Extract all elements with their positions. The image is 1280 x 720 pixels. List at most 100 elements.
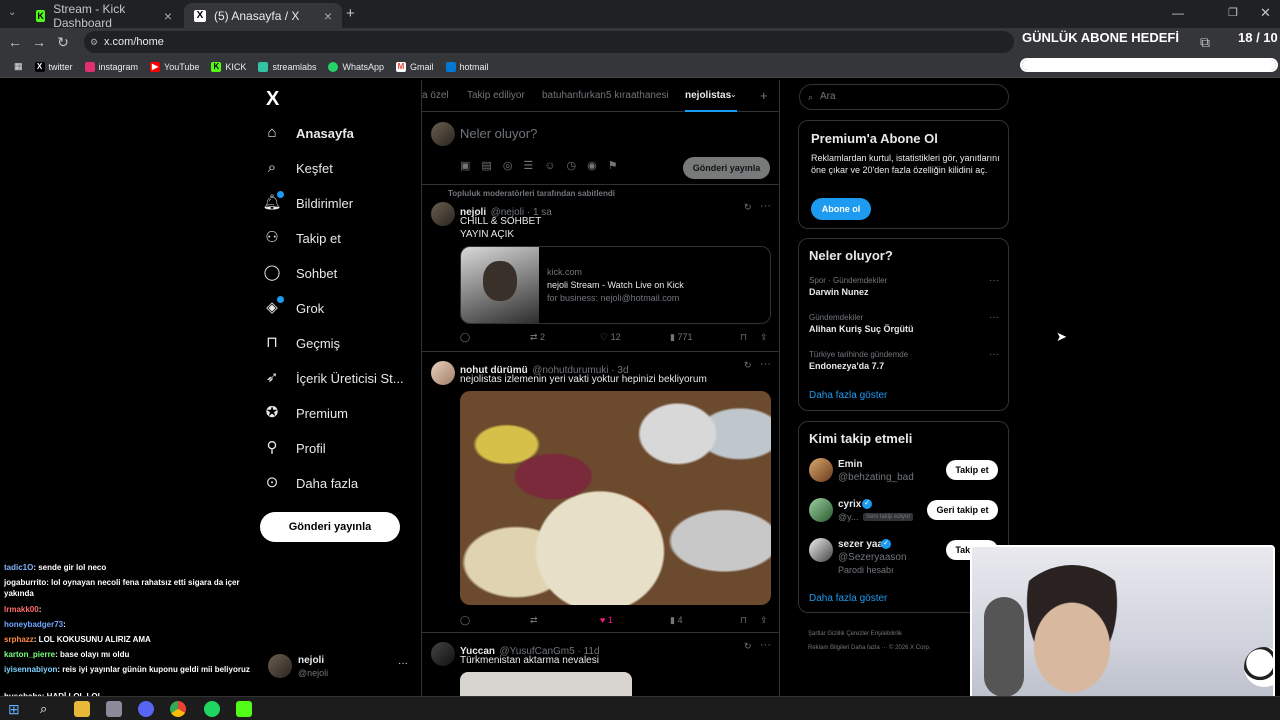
location-icon[interactable]: ◉ — [587, 160, 608, 172]
views-button[interactable]: ▮ 771 — [670, 332, 692, 343]
sidebar-item-grok[interactable]: ◈ Grok — [262, 294, 324, 322]
subscribe-button[interactable]: Abone ol — [811, 198, 871, 220]
follow-suggestion[interactable]: cyrix ✓ @y... Seni takip ediyor Geri tak… — [809, 498, 999, 528]
grok-icon[interactable]: ↻ — [744, 202, 752, 213]
more-icon[interactable]: ··· — [760, 639, 771, 651]
share-icon[interactable]: ⇪ — [760, 615, 768, 626]
more-icon[interactable]: ··· — [989, 349, 999, 360]
tab-kick-dashboard[interactable]: K Stream - Kick Dashboard × — [26, 2, 182, 30]
extensions-icon[interactable]: ⧉ — [1196, 33, 1214, 51]
tweet-image[interactable] — [460, 672, 632, 696]
avatar[interactable] — [431, 361, 455, 385]
more-icon[interactable]: ··· — [760, 358, 771, 370]
site-info-icon[interactable]: ⚙ — [90, 31, 98, 53]
bookmark-gmail[interactable]: M Gmail — [390, 57, 440, 77]
sidebar-item-search[interactable]: ⌕ Keşfet — [262, 154, 333, 182]
share-icon[interactable]: ⇪ — [760, 332, 768, 343]
sidebar-item-verified[interactable]: ✪ Premium — [262, 399, 348, 427]
new-tab-button[interactable]: + — [346, 5, 355, 22]
repost-icon[interactable]: ⇄ — [530, 615, 538, 626]
repost-button[interactable]: ⇄ 2 — [530, 332, 545, 343]
grok-icon[interactable]: ↻ — [744, 641, 752, 652]
reply-icon[interactable]: ◯ — [460, 615, 470, 626]
bookmark-twitter[interactable]: Xtwitter — [29, 57, 79, 77]
more-icon[interactable]: ··· — [989, 275, 999, 286]
chevron-down-icon[interactable]: ⌄ — [730, 90, 737, 99]
views-button[interactable]: ▮ 4 — [670, 615, 682, 626]
sidebar-item-bookmark[interactable]: ⊓ Geçmiş — [262, 329, 340, 357]
flag-icon[interactable]: ⚑ — [608, 160, 629, 172]
reply-icon[interactable]: ◯ — [460, 332, 470, 343]
tab-nejolistas[interactable]: nejolistas — [685, 90, 731, 101]
trend-item[interactable]: Spor · Gündemdekiler Darwin Nunez ··· — [809, 275, 999, 297]
bookmark-icon[interactable]: ⊓ — [740, 615, 747, 626]
more-icon[interactable]: ··· — [398, 658, 408, 669]
follow-back-button[interactable]: Geri takip et — [927, 500, 998, 520]
x-logo-icon[interactable]: X — [266, 88, 279, 111]
close-tab-icon[interactable]: × — [164, 8, 172, 24]
search-input[interactable]: ⌕ Ara — [799, 84, 1009, 110]
bookmark-whatsapp[interactable]: WhatsApp — [322, 57, 390, 77]
url-input[interactable]: ⚙ x.com/home — [84, 31, 1014, 53]
gif-icon[interactable]: ▤ — [481, 160, 502, 172]
image-icon[interactable]: ▣ — [460, 160, 481, 172]
sidebar-item-chat[interactable]: ◯ Sohbet — [262, 259, 338, 287]
show-more-trends[interactable]: Daha fazla göster — [809, 390, 887, 401]
app-icon[interactable] — [106, 701, 122, 717]
more-icon[interactable]: ··· — [989, 312, 999, 323]
sidebar-item-add-user[interactable]: ⚇ Takip et — [262, 224, 341, 252]
back-icon[interactable]: ← — [6, 33, 24, 51]
tab-community[interactable]: batuhanfurkan5 kıraathanesi — [542, 90, 669, 101]
search-icon[interactable]: ⌕ — [40, 701, 56, 717]
close-tab-icon[interactable]: × — [324, 8, 332, 24]
add-tab-button[interactable]: + — [760, 88, 768, 103]
sidebar-item-person[interactable]: ⚲ Profil — [262, 434, 326, 462]
show-more-follows[interactable]: Daha fazla göster — [809, 593, 887, 604]
avatar[interactable] — [431, 202, 455, 226]
bookmark-youtube[interactable]: ▶ YouTube — [144, 57, 205, 77]
tab-following[interactable]: Takip ediliyor — [467, 90, 525, 101]
bookmark-hotmail[interactable]: hotmail — [440, 57, 495, 77]
follow-suggestion[interactable]: Emin @behzating_bad Takip et — [809, 458, 999, 488]
restore-icon[interactable]: ❐ — [1228, 6, 1238, 19]
spotify-icon[interactable] — [204, 701, 220, 717]
chrome-icon[interactable] — [170, 701, 186, 717]
trend-item[interactable]: Türkiye tarihinde gündemde Endonezya'da … — [809, 349, 999, 371]
bookmark-kick[interactable]: K KICK — [205, 57, 252, 77]
close-window-icon[interactable]: ✕ — [1260, 5, 1271, 21]
tab-x-home[interactable]: X (5) Anasayfa / X × — [184, 3, 342, 28]
windows-start-icon[interactable]: ⊞ — [8, 701, 24, 717]
trend-item[interactable]: Gündemdekiler Alihan Kuriş Suç Örgütü ··… — [809, 312, 999, 334]
tweet[interactable]: nohut dürümü @nohutdurumuki · 3d ↻ ··· n… — [422, 353, 779, 633]
apps-icon[interactable]: ▦ — [8, 57, 29, 77]
grok-icon[interactable]: ↻ — [744, 360, 752, 371]
sidebar-item-home[interactable]: ⌂ Anasayfa — [262, 119, 353, 147]
like-button[interactable]: ♥ 1 — [600, 615, 613, 625]
sidebar-item-rocket[interactable]: ➶ İçerik Üreticisi St... — [262, 364, 404, 392]
composer-input[interactable]: Neler oluyor? — [460, 126, 537, 141]
tweet[interactable]: Yuccan @YusufCanGm5 · 11d ↻ ··· Türkmeni… — [422, 634, 779, 696]
follow-button[interactable]: Takip et — [946, 460, 998, 480]
minimize-icon[interactable]: — — [1172, 6, 1184, 20]
sidebar-item-more[interactable]: ⊙ Daha fazla — [262, 469, 358, 497]
file-explorer-icon[interactable] — [74, 701, 90, 717]
tweet[interactable]: Topluluk moderatörleri tarafından sabitl… — [422, 186, 779, 352]
kick-app-icon[interactable] — [236, 701, 252, 717]
bookmark-instagram[interactable]: instagram — [79, 57, 145, 77]
sidebar-item-bell[interactable]: 🔔︎ Bildirimler — [262, 189, 353, 217]
forward-icon[interactable]: → — [30, 33, 48, 51]
schedule-icon[interactable]: ◷ — [567, 160, 588, 172]
post-button[interactable]: Gönderi yayınla — [260, 512, 400, 542]
link-card[interactable]: kick.com nejoli Stream - Watch Live on K… — [460, 246, 771, 324]
avatar[interactable] — [431, 642, 455, 666]
emoji-icon[interactable]: ☺ — [544, 160, 566, 172]
discord-icon[interactable] — [138, 701, 154, 717]
more-icon[interactable]: ··· — [760, 200, 771, 212]
reload-icon[interactable]: ↻ — [54, 33, 72, 51]
like-button[interactable]: ♡ 12 — [600, 332, 621, 343]
bookmark-icon[interactable]: ⊓ — [740, 332, 747, 343]
tab-list-chevron-icon[interactable]: ⌄ — [8, 7, 16, 18]
tab-ozel[interactable]: a özel — [422, 90, 449, 101]
account-switcher[interactable]: nejoli @nejoli ··· — [262, 650, 410, 684]
bookmark-streamlabs[interactable]: streamlabs — [252, 57, 322, 77]
